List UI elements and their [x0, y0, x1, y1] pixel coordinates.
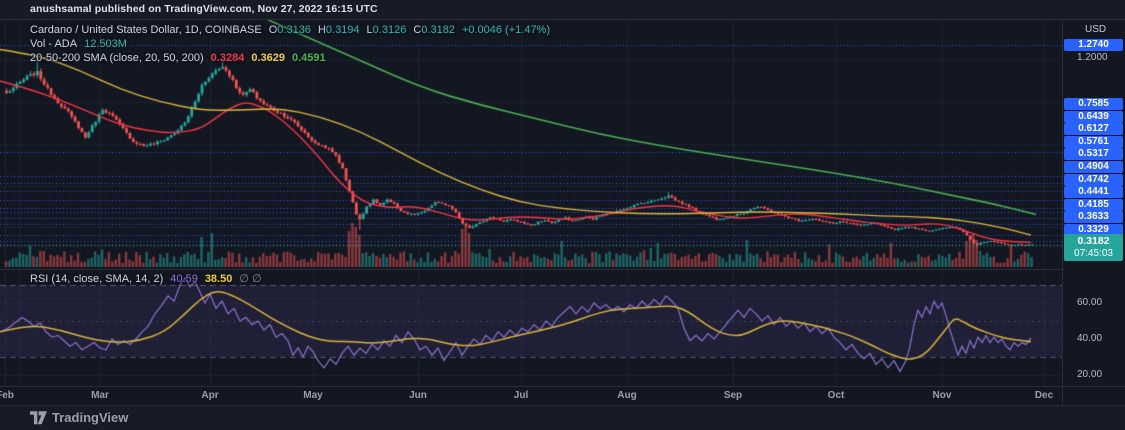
- price-axis-border: [1062, 19, 1063, 406]
- branding-bar: TradingView: [0, 406, 1125, 430]
- bar-countdown: 07:45:03: [1074, 248, 1113, 259]
- price-level-badge: 0.7585: [1064, 98, 1123, 110]
- time-axis-month-may: May: [303, 390, 323, 401]
- ohlc-value: 0.3194: [325, 24, 360, 36]
- price-axis-label: 1.2000: [1077, 52, 1108, 63]
- price-level-badge: 1.2740: [1064, 39, 1123, 51]
- rsi-axis-label: 40.00: [1077, 333, 1103, 344]
- rsi-label: RSI (14, close, SMA, 14, 2): [30, 273, 164, 285]
- ohlc-letter: O: [268, 24, 278, 36]
- symbol-legend-row[interactable]: Cardano / United States Dollar, 1D, COIN…: [30, 24, 550, 36]
- time-axis-month-dec: Dec: [1034, 390, 1054, 401]
- volume-value: 12.503M: [84, 38, 127, 50]
- rsi-empty-values: ∅ ∅: [239, 273, 262, 285]
- time-axis-month-jun: Jun: [409, 390, 427, 401]
- time-axis-month-feb: Feb: [0, 390, 14, 401]
- tradingview-logo-text[interactable]: TradingView: [52, 410, 128, 425]
- price-level-badge: 0.3633: [1064, 211, 1123, 223]
- sma-value: 0.4591: [291, 52, 326, 64]
- rsi-axis-label: 20.00: [1077, 369, 1103, 380]
- ohlc-values: O0.3136 H0.3194 L0.3126 C0.3182: [269, 24, 455, 36]
- price-chart-canvas[interactable]: [0, 0, 1062, 430]
- rsi-legend-row[interactable]: RSI (14, close, SMA, 14, 2) 40.59 38.50 ∅ ∅: [30, 272, 262, 285]
- sma-value: 0.3629: [251, 52, 285, 64]
- tradingview-logo-icon[interactable]: [30, 411, 47, 425]
- volume-label: Vol - ADA: [30, 38, 78, 50]
- publish-bar-text: anushsamal published on TradingView.com,…: [30, 3, 378, 15]
- ohlc-value: 0.3182: [421, 24, 455, 36]
- price-level-badge: 0.4441: [1064, 186, 1123, 198]
- tradingview-share-screenshot: anushsamal published on TradingView.com,…: [0, 0, 1125, 430]
- pane-divider[interactable]: [0, 269, 1062, 270]
- current-price-value: 0.3182: [1077, 235, 1110, 247]
- ohlc-value: 0.3126: [372, 24, 407, 36]
- ohlc-letter: H: [317, 24, 326, 36]
- sma-values: 0.3284 0.3629 0.4591: [211, 52, 326, 64]
- time-axis-month-apr: Apr: [201, 390, 219, 401]
- symbol-title: Cardano / United States Dollar, 1D, COIN…: [30, 24, 262, 36]
- time-axis-month-sep: Sep: [723, 390, 743, 401]
- time-axis-border: [0, 386, 1125, 387]
- price-level-badge: 0.4904: [1064, 161, 1123, 173]
- rsi-value: 40.59: [170, 273, 198, 285]
- price-level-badge: 0.5317: [1064, 148, 1123, 160]
- publish-bar: anushsamal published on TradingView.com,…: [0, 0, 1125, 19]
- sma-legend-row[interactable]: 20-50-200 SMA (close, 20, 50, 200) 0.3284…: [30, 52, 326, 64]
- sma-label: 20-50-200 SMA (close, 20, 50, 200): [30, 52, 204, 64]
- volume-legend-row[interactable]: Vol - ADA 12.503M: [30, 38, 127, 50]
- time-axis-month-jul: Jul: [513, 390, 529, 401]
- time-axis-month-oct: Oct: [827, 390, 845, 401]
- price-axis-currency[interactable]: USD: [1085, 24, 1106, 35]
- time-axis-month-aug: Aug: [617, 390, 637, 401]
- current-price-badge: 0.3182 07:45:03: [1064, 234, 1123, 261]
- rsi-sma-value: 38.50: [204, 273, 233, 285]
- chart-top-border: [0, 19, 1125, 20]
- change-value: +0.0046 (+1.47%): [461, 24, 551, 36]
- price-level-badge: 0.4742: [1064, 174, 1123, 186]
- price-level-badge: 0.6127: [1064, 123, 1123, 135]
- time-axis-month-nov: Nov: [932, 390, 952, 401]
- rsi-axis-label: 60.00: [1077, 297, 1103, 308]
- sma-value: 0.3284: [210, 52, 245, 64]
- price-level-badge: 0.4185: [1064, 199, 1123, 211]
- price-level-badge: 0.5761: [1064, 136, 1123, 148]
- ohlc-value: 0.3136: [277, 24, 311, 36]
- price-level-badge: 0.6439: [1064, 111, 1123, 123]
- time-axis-month-mar: Mar: [91, 390, 109, 401]
